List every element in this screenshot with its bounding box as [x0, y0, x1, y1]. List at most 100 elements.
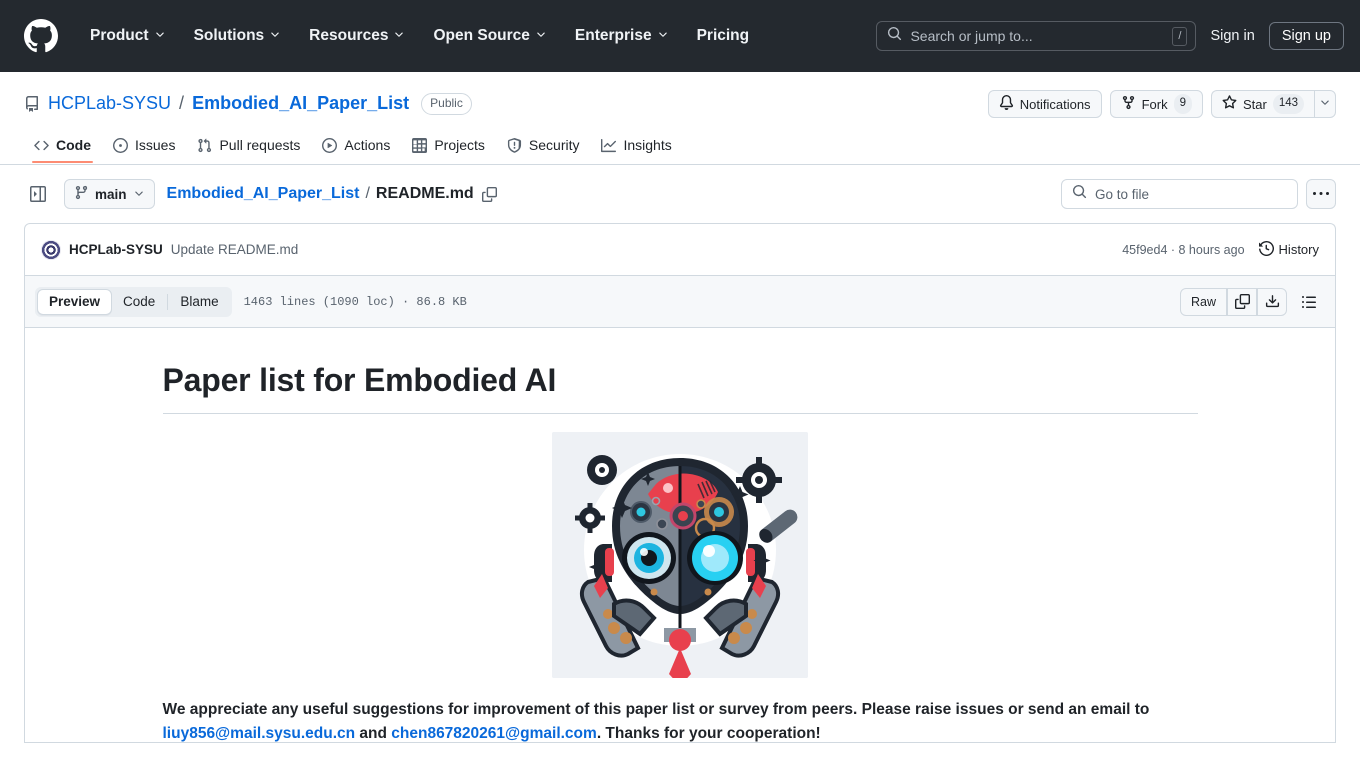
graph-icon: [601, 138, 617, 153]
tab-issues[interactable]: Issues: [103, 130, 185, 164]
tab-label: Code: [56, 137, 91, 153]
nav-item-enterprise[interactable]: Enterprise: [561, 19, 683, 53]
fork-button[interactable]: Fork 9: [1109, 90, 1203, 118]
play-icon: [322, 137, 338, 153]
nav-item-open-source[interactable]: Open Source: [419, 19, 560, 53]
notifications-button[interactable]: Notifications: [987, 90, 1102, 118]
nav-item-resources[interactable]: Resources: [295, 19, 419, 53]
sidebar-expand-icon[interactable]: [24, 180, 52, 208]
nav-item-label: Open Source: [433, 27, 530, 44]
tab-label: Security: [528, 137, 580, 153]
copy-path-icon[interactable]: [481, 186, 497, 202]
readme-paragraph: We appreciate any useful suggestions for…: [162, 698, 1198, 742]
chevron-down-icon: [393, 27, 405, 45]
search-shortcut-badge: /: [1172, 26, 1188, 46]
sign-in-button[interactable]: Sign in: [1210, 28, 1254, 44]
chevron-down-icon: [657, 27, 669, 45]
fork-count: 9: [1173, 94, 1192, 114]
nav-item-pricing[interactable]: Pricing: [683, 19, 764, 53]
branch-selector-button[interactable]: main: [64, 179, 155, 209]
global-search-input[interactable]: Search or jump to... /: [876, 21, 1197, 51]
github-mark-icon[interactable]: [24, 19, 58, 53]
issue-opened-icon: [113, 137, 128, 153]
file-navigation-bar: main Embodied_AI_Paper_List / README.md …: [0, 165, 1360, 223]
go-to-file-placeholder: Go to file: [1095, 186, 1150, 202]
file-view-switcher: Preview Code Blame: [35, 286, 232, 317]
chevron-down-icon: [154, 27, 166, 45]
search-icon: [1072, 184, 1087, 204]
tab-label: Projects: [434, 137, 485, 153]
breadcrumb-file-name: README.md: [375, 185, 474, 202]
star-icon: [1222, 95, 1237, 113]
paragraph-text-1: We appreciate any useful suggestions for…: [162, 701, 1150, 718]
tab-actions[interactable]: Actions: [312, 130, 400, 164]
global-header: Product Solutions Resources Open Source …: [0, 0, 1360, 72]
repo-name-link[interactable]: Embodied_AI_Paper_List: [192, 93, 409, 114]
tab-label: Issues: [135, 137, 176, 153]
raw-button[interactable]: Raw: [1179, 287, 1227, 316]
tab-label: Actions: [344, 137, 391, 153]
history-button[interactable]: History: [1258, 240, 1319, 259]
file-toolbar-actions: Raw: [1179, 287, 1323, 316]
tab-label: Insights: [623, 137, 672, 153]
list-unordered-icon[interactable]: [1295, 288, 1323, 316]
chevron-down-icon: [269, 27, 281, 45]
nav-item-label: Product: [90, 27, 149, 44]
star-label: Star: [1242, 96, 1267, 112]
embodied-ai-robot-logo-icon: [552, 432, 808, 678]
tab-projects[interactable]: Projects: [402, 130, 495, 164]
table-icon: [412, 137, 428, 153]
view-tab-preview[interactable]: Preview: [37, 288, 113, 315]
segment-divider: [167, 293, 169, 310]
chevron-down-icon: [1319, 95, 1331, 113]
nav-item-product[interactable]: Product: [76, 19, 180, 53]
view-tab-blame[interactable]: Blame: [169, 289, 229, 315]
repository-tabs: Code Issues Pull requests Actions Projec…: [24, 130, 1336, 164]
repo-book-icon: [24, 95, 40, 112]
chevron-down-icon: [535, 27, 547, 45]
nav-item-label: Enterprise: [574, 27, 652, 44]
tab-security[interactable]: Security: [497, 130, 590, 164]
commit-author-link[interactable]: HCPLab-SYSU: [69, 242, 163, 257]
repo-owner-link[interactable]: HCPLab-SYSU: [48, 93, 171, 114]
page-title: Paper list for Embodied AI: [162, 362, 1198, 414]
email-link-1[interactable]: liuy856@mail.sysu.edu.cn: [163, 725, 356, 742]
repository-title-row: HCPLab-SYSU / Embodied_AI_Paper_List Pub…: [24, 88, 1336, 120]
go-to-file-input[interactable]: Go to file: [1061, 179, 1298, 209]
avatar[interactable]: [41, 239, 61, 260]
notifications-label: Notifications: [1019, 96, 1091, 112]
breadcrumb-repo-link[interactable]: Embodied_AI_Paper_List: [167, 185, 360, 203]
commit-message-link[interactable]: Update README.md: [171, 242, 299, 257]
star-count: 143: [1272, 94, 1304, 114]
kebab-horizontal-icon[interactable]: [1306, 179, 1336, 209]
nav-item-label: Resources: [309, 27, 389, 44]
nav-item-solutions[interactable]: Solutions: [180, 19, 296, 53]
copy-icon[interactable]: [1227, 287, 1257, 316]
readme-image-wrapper: [163, 432, 1198, 678]
tab-code[interactable]: Code: [24, 130, 101, 164]
chevron-down-icon: [133, 187, 145, 202]
git-pull-request-icon: [197, 138, 212, 153]
commit-hash-and-time: 45f9ed4 · 8 hours ago: [1122, 242, 1245, 257]
tab-pull-requests[interactable]: Pull requests: [187, 130, 310, 164]
paragraph-text-3: . Thanks for your cooperation!: [596, 724, 821, 742]
paragraph-text-2: and: [355, 724, 392, 742]
star-dropdown-button[interactable]: [1314, 90, 1336, 118]
tab-insights[interactable]: Insights: [591, 130, 681, 164]
search-icon: [887, 26, 902, 46]
readme-content-panel: Paper list for Embodied AI We appreciate…: [24, 328, 1336, 743]
header-right-cluster: Search or jump to... / Sign in Sign up: [876, 21, 1344, 51]
repository-actions: Notifications Fork 9 Star 143: [987, 90, 1336, 118]
star-button[interactable]: Star 143: [1210, 90, 1314, 118]
download-icon[interactable]: [1257, 287, 1287, 316]
code-icon: [34, 138, 49, 153]
fork-icon: [1121, 95, 1136, 113]
global-nav: Product Solutions Resources Open Source …: [76, 19, 763, 53]
repository-title: HCPLab-SYSU / Embodied_AI_Paper_List Pub…: [24, 93, 472, 115]
sign-up-button[interactable]: Sign up: [1268, 22, 1344, 50]
email-link-2[interactable]: chen867820261@gmail.com: [391, 725, 597, 742]
view-tab-code[interactable]: Code: [112, 289, 166, 315]
bell-icon: [999, 95, 1014, 113]
commit-meta-cluster: 45f9ed4 · 8 hours ago History: [1122, 240, 1319, 259]
tab-label: Pull requests: [219, 137, 301, 153]
